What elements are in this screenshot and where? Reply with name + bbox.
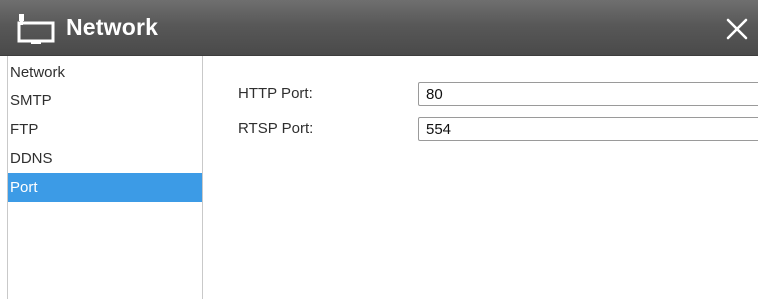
sidebar-item-ftp[interactable]: FTP [8, 115, 202, 144]
title-bar: Network [0, 0, 758, 56]
sidebar-item-network[interactable]: Network [8, 62, 202, 86]
network-monitor-icon [16, 14, 56, 44]
sidebar-item-port[interactable]: Port [8, 173, 202, 202]
port-settings-panel: HTTP Port: RTSP Port: [203, 56, 758, 299]
settings-sidebar: Network SMTP FTP DDNS Port [8, 56, 203, 299]
network-dialog: Network Network SMTP FTP DDNS Port HTTP … [0, 0, 758, 299]
http-port-label: HTTP Port: [238, 85, 313, 102]
dialog-title: Network [66, 14, 159, 40]
rtsp-port-label: RTSP Port: [238, 120, 314, 137]
close-icon [726, 18, 748, 40]
http-port-input[interactable] [418, 82, 758, 106]
sidebar-item-smtp[interactable]: SMTP [8, 86, 202, 115]
close-button[interactable] [724, 16, 750, 42]
rtsp-port-input[interactable] [418, 117, 758, 141]
sidebar-menu: Network SMTP FTP DDNS Port [8, 56, 202, 202]
sidebar-item-ddns[interactable]: DDNS [8, 144, 202, 173]
